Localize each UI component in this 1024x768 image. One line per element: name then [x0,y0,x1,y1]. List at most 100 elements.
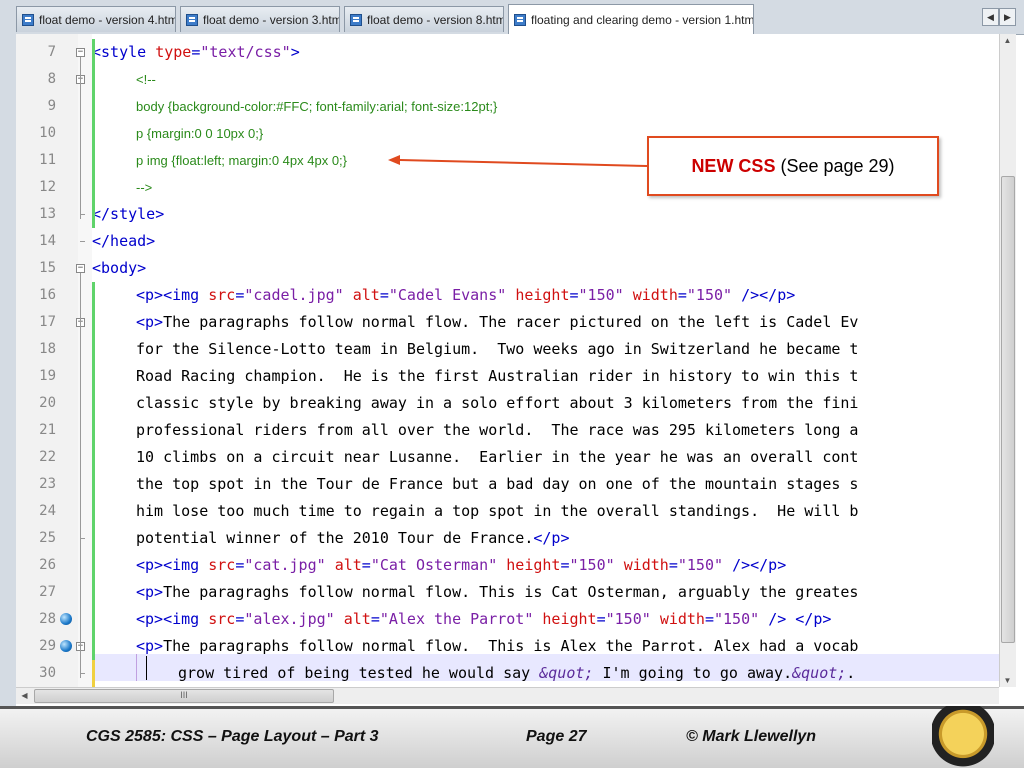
code-line[interactable]: <body> [92,255,146,282]
code-line[interactable]: Road Racing champion. He is the first Au… [136,363,858,390]
tab-scroll-buttons: ◀ ▶ [982,8,1016,26]
code-token: him lose too much time to regain a top s… [136,502,859,520]
code-token: &quot; [539,664,594,682]
code-line[interactable]: <p><img src="cat.jpg" alt="Cat Osterman"… [136,552,786,579]
code-token: "cat.jpg" [244,556,335,574]
code-token: --> [136,180,153,195]
code-line[interactable]: p img {float:left; margin:0 4px 4px 0;} [136,147,347,174]
code-token: height [515,286,570,304]
footer-copyright: © Mark Llewellyn [686,728,817,745]
code-token: potential winner of the 2010 Tour de Fra… [136,529,534,547]
code-line[interactable]: <p>The paragraphs follow normal flow. Th… [136,633,858,660]
code-line[interactable]: him lose too much time to regain a top s… [136,498,858,525]
scroll-up-icon[interactable]: ▲ [1000,36,1015,45]
code-line[interactable]: <!-- [136,66,156,93]
tab-float-demo-3[interactable]: float demo - version 3.html [180,6,340,32]
line-number: 13 [39,206,56,222]
code-token: &quot; [792,664,847,682]
code-line[interactable]: <p><img src="alex.jpg" alt="Alex the Par… [136,606,831,633]
line-number: 30 [39,665,56,681]
line-number: 27 [39,584,56,600]
code-token: <p><img [136,556,209,574]
code-token: p {margin:0 0 10px 0;} [136,126,264,141]
vertical-scrollbar[interactable]: ▲ ▼ [999,34,1016,687]
code-token: = [370,610,380,628]
tab-floating-clearing-demo[interactable]: floating and clearing demo - version 1.h… [508,4,754,34]
html-file-icon [186,14,198,26]
code-line[interactable]: for the Silence-Lotto team in Belgium. T… [136,336,858,363]
horizontal-scrollbar[interactable]: ◀ III [16,687,999,704]
code-line[interactable]: the top spot in the Tour de France but a… [136,471,858,498]
line-number: 20 [39,395,56,411]
code-token: alt [334,556,362,574]
code-line[interactable]: <p>The paragraphs follow normal flow. Th… [136,309,858,336]
bookmark-icon [60,640,72,652]
code-token: <style [92,43,156,61]
code-token: The paragraphs follow normal flow. The r… [163,313,859,331]
line-number: 12 [39,179,56,195]
code-line[interactable]: classic style by breaking away in a solo… [136,390,858,417]
code-editor[interactable]: 7 8 9 10 11 12 13 14 15 16 17 18 19 20 21 22 23 24 25 26 27 2… [16,34,1016,704]
code-token: The paragraghs follow normal flow. This … [163,583,859,601]
code-token: <p> [136,637,164,655]
code-line[interactable]: <p>The paragraghs follow normal flow. Th… [136,579,858,606]
code-token: <p><img [136,610,209,628]
fold-toggle-icon[interactable]: − [76,48,85,57]
line-number: 15 [39,260,56,276]
code-token: height [506,556,561,574]
code-line[interactable]: 10 climbs on a circuit near Lusanne. Ear… [136,444,858,471]
scroll-down-icon[interactable]: ▼ [1000,676,1015,685]
html-file-icon [22,14,34,26]
slide-footer: CGS 2585: CSS – Page Layout – Part 3 Pag… [0,706,1024,768]
line-number: 21 [39,422,56,438]
code-token: </p> [533,529,570,547]
line-number: 23 [39,476,56,492]
scroll-left-icon[interactable]: ◀ [17,691,32,700]
fold-end [80,241,85,242]
code-token: type [155,43,192,61]
code-token: "Cadel Evans" [388,286,516,304]
vertical-scroll-thumb[interactable] [1001,176,1015,643]
line-number: 29 [39,638,56,654]
code-token: <p><img [136,286,209,304]
line-number: 25 [39,530,56,546]
code-line[interactable]: body {background-color:#FFC; font-family… [136,93,497,120]
code-line[interactable]: grow tired of being tested he would say … [178,660,855,687]
code-token: body {background-color:#FFC; font-family… [136,99,498,114]
code-line[interactable]: <p><img src="cadel.jpg" alt="Cadel Evans… [136,282,795,309]
tab-float-demo-8[interactable]: float demo - version 8.html [344,6,504,32]
code-line[interactable]: </head> [92,228,155,255]
line-number: 10 [39,125,56,141]
line-number: 19 [39,368,56,384]
code-token: "150" [714,610,769,628]
line-number: 26 [39,557,56,573]
tab-float-demo-4[interactable]: float demo - version 4.html [16,6,176,32]
footer-page: Page 27 [526,728,587,745]
window-frame [0,34,16,706]
scroll-grip: III [180,690,188,700]
code-token: src [208,610,236,628]
tab-label: float demo - version 8.html [367,13,504,27]
code-line[interactable]: --> [136,174,152,201]
fold-toggle-icon[interactable]: − [76,264,85,273]
code-token: = [379,286,389,304]
code-token: the top spot in the Tour de France but a… [136,475,859,493]
code-token: p img {float:left; margin:0 4px 4px 0;} [136,153,348,168]
code-line[interactable]: </style> [92,201,164,228]
line-number: 17 [39,314,56,330]
code-line[interactable]: potential winner of the 2010 Tour de Fra… [136,525,569,552]
code-token: = [677,286,687,304]
fold-end [80,673,85,674]
code-token: "150" [569,556,624,574]
code-line[interactable]: <style type="text/css"> [92,39,300,66]
code-token: I'm going to go away. [593,664,793,682]
code-token: = [361,556,371,574]
code-line[interactable]: p {margin:0 0 10px 0;} [136,120,263,147]
tab-scroll-left-button[interactable]: ◀ [982,8,999,26]
tab-scroll-right-button[interactable]: ▶ [999,8,1016,26]
horizontal-scroll-thumb[interactable]: III [34,689,334,703]
code-token: = [596,610,606,628]
code-line[interactable]: professional riders from all over the wo… [136,417,858,444]
code-token: > [290,43,300,61]
fold-line [80,273,81,678]
